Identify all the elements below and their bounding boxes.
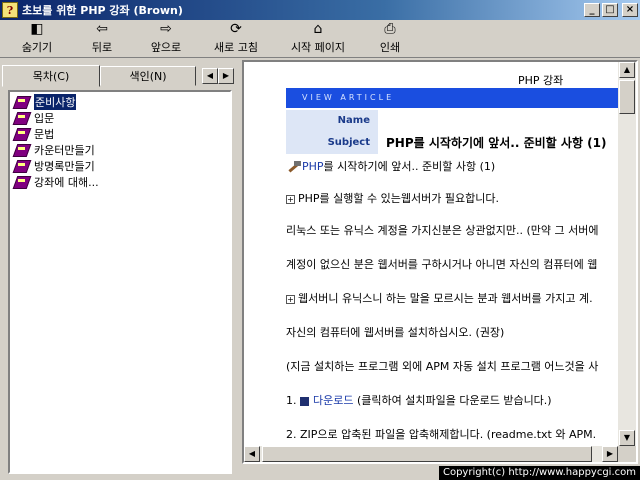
- home-label: 시작 페이지: [290, 41, 346, 54]
- article-bar: VIEW ARTICLE: [286, 88, 618, 108]
- hide-button[interactable]: ◧ 숨기기: [4, 21, 70, 57]
- scroll-corner: [618, 446, 636, 462]
- book-icon: [14, 96, 30, 108]
- paragraph-1: + PHP를 실행할 수 있는웹서버가 필요합니다.: [286, 190, 499, 206]
- name-row: Name: [286, 110, 386, 132]
- tab-scroll-right-button[interactable]: ▶: [218, 68, 234, 84]
- tree-item-syntax[interactable]: 문법: [14, 126, 226, 142]
- plus-box-icon: +: [286, 294, 295, 304]
- forward-arrow-icon: ⇨: [160, 21, 172, 37]
- paragraph-1-text: PHP를 실행할 수 있는웹서버가 필요합니다.: [298, 192, 499, 205]
- scroll-up-button[interactable]: ▲: [619, 62, 635, 78]
- tree-item-intro[interactable]: 입문: [14, 110, 226, 126]
- horizontal-scroll-thumb[interactable]: [262, 446, 592, 462]
- book-icon: [14, 160, 30, 172]
- name-value: [378, 110, 386, 132]
- tab-contents[interactable]: 목차(C): [2, 65, 100, 87]
- floppy-disk-icon: [300, 396, 309, 406]
- book-icon: [14, 128, 30, 140]
- subject-value: PHP를 시작하기에 앞서.. 준비할 사항 (1): [386, 136, 607, 150]
- paragraph-3: 계정이 없으신 분은 웹서버를 구하시거나 아니면 자신의 컴퓨터에 웹: [286, 258, 598, 271]
- home-icon: ⌂: [313, 21, 323, 37]
- printer-icon: ⎙: [384, 21, 396, 37]
- refresh-label: 새로 고침: [214, 41, 258, 54]
- subject-row: Subject PHP를 시작하기에 앞서.. 준비할 사항 (1): [286, 132, 606, 154]
- tab-scroll-left-button[interactable]: ◀: [202, 68, 218, 84]
- back-arrow-icon: ⇦: [96, 21, 108, 37]
- tab-index[interactable]: 색인(N): [100, 66, 196, 86]
- download-link[interactable]: 다운로드: [313, 394, 353, 407]
- scroll-left-button[interactable]: ◀: [244, 446, 260, 462]
- tree-item-label: 준비사항: [34, 94, 77, 110]
- book-icon: [14, 176, 30, 188]
- vertical-scrollbar[interactable]: ▲ ▼: [618, 62, 636, 446]
- paragraph-4-text: 웹서버니 유닉스니 하는 말을 모르시는 분과 웹서버를 가지고 계.: [298, 292, 593, 305]
- tree-item-label: 방명록만들기: [34, 160, 95, 173]
- plus-box-icon: +: [286, 194, 295, 204]
- refresh-button[interactable]: ⟳ 새로 고침: [198, 21, 274, 57]
- hammer-icon: [286, 160, 302, 174]
- tree-item-label: 카운터만들기: [34, 144, 95, 157]
- paragraph-8: 2. ZIP으로 압축된 파일을 압축해제합니다. (readme.txt 와 …: [286, 428, 597, 441]
- forward-button[interactable]: ⇨ 앞으로: [134, 21, 198, 57]
- back-label: 뒤로: [91, 41, 113, 54]
- hide-label: 숨기기: [21, 41, 53, 54]
- hide-icon: ◧: [30, 21, 44, 37]
- name-key: Name: [286, 110, 378, 132]
- contents-tree: 준비사항 입문 문법 카운터만들기 방명록만들기 강좌에 대해...: [8, 90, 232, 474]
- tree-item-about[interactable]: 강좌에 대해...: [14, 174, 226, 190]
- minimize-button[interactable]: _: [584, 3, 600, 17]
- vertical-scroll-thumb[interactable]: [619, 80, 635, 114]
- php-link[interactable]: PHP: [302, 160, 324, 173]
- help-book-icon: ?: [2, 2, 18, 18]
- close-button[interactable]: ×: [622, 3, 638, 17]
- book-icon: [14, 144, 30, 156]
- intro-text: 를 시작하기에 앞서.. 준비할 사항 (1): [323, 160, 496, 173]
- refresh-icon: ⟳: [230, 21, 242, 37]
- horizontal-scrollbar[interactable]: ◀ ▶: [244, 446, 618, 462]
- paragraph-7: 1. 다운로드 (클릭하여 설치파일을 다운로드 받습니다.): [286, 392, 552, 408]
- paragraph-4: + 웹서버니 유닉스니 하는 말을 모르시는 분과 웹서버를 가지고 계.: [286, 290, 593, 306]
- tree-item-prep[interactable]: 준비사항: [14, 94, 226, 110]
- intro-line: PHP를 시작하기에 앞서.. 준비할 사항 (1): [286, 158, 495, 174]
- paragraph-2: 리눅스 또는 유닉스 계정을 가지신분은 상관없지만.. (만약 그 서버에: [286, 224, 599, 237]
- back-button[interactable]: ⇦ 뒤로: [70, 21, 134, 57]
- paragraph-6: (지금 설치하는 프로그램 외에 APM 자동 설치 프로그램 어느것을 사: [286, 360, 599, 373]
- tree-item-counter[interactable]: 카운터만들기: [14, 142, 226, 158]
- page-title: PHP 강좌: [518, 74, 564, 87]
- print-label: 인쇄: [379, 41, 401, 54]
- tree-item-label: 입문: [34, 112, 55, 125]
- download-note: (클릭하여 설치파일을 다운로드 받습니다.): [356, 394, 552, 407]
- article-content: PHP 강좌 VIEW ARTICLE Name Subject PHP를 시작…: [244, 62, 618, 446]
- tree-item-guestbook[interactable]: 방명록만들기: [14, 158, 226, 174]
- print-button[interactable]: ⎙ 인쇄: [362, 21, 418, 57]
- toolbar: ◧ 숨기기 ⇦ 뒤로 ⇨ 앞으로 ⟳ 새로 고침 ⌂ 시작 페이지 ⎙ 인쇄: [0, 20, 640, 58]
- scroll-down-button[interactable]: ▼: [619, 430, 635, 446]
- paragraph-5: 자신의 컴퓨터에 웹서버를 설치하십시오. (권장): [286, 326, 505, 339]
- home-button[interactable]: ⌂ 시작 페이지: [274, 21, 362, 57]
- tree-item-label: 문법: [34, 128, 55, 141]
- content-pane: PHP 강좌 VIEW ARTICLE Name Subject PHP를 시작…: [242, 60, 638, 464]
- forward-label: 앞으로: [150, 41, 182, 54]
- maximize-button[interactable]: □: [602, 3, 618, 17]
- subject-key: Subject: [286, 132, 378, 154]
- window-title: 초보를 위한 PHP 강좌 (Brown): [22, 4, 183, 17]
- book-icon: [14, 112, 30, 124]
- step-number: 1.: [286, 394, 297, 407]
- tree-item-label: 강좌에 대해...: [34, 176, 99, 189]
- navigation-pane: 목차(C) 색인(N) ◀ ▶ 준비사항 입문 문법 카운터만들기 방명록만들기: [2, 62, 238, 478]
- scroll-right-button[interactable]: ▶: [602, 446, 618, 462]
- copyright-banner: Copyright(c) http://www.happycgi.com: [438, 466, 640, 480]
- title-bar: ? 초보를 위한 PHP 강좌 (Brown) _ □ ×: [0, 0, 640, 20]
